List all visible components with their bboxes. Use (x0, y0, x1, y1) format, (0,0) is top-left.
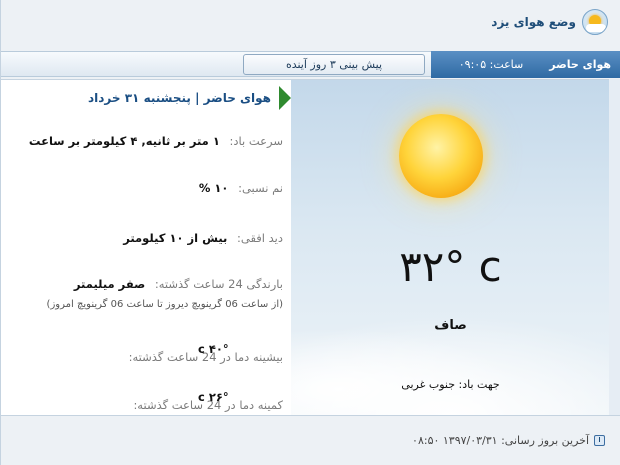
rain-row: بارندگی 24 ساعت گذشته: صفر میلیمتر (از س… (8, 277, 283, 310)
app-title: وضع هوای یزد (491, 15, 576, 29)
current-temperature: ۳۲° c (399, 242, 502, 291)
details-panel: هوای حاضر | پنجشنبه ۳۱ خرداد سرعت باد: ۱… (1, 80, 291, 416)
last-update: آخرین بروز رسانی: ۱۳۹۷/۰۳/۳۱ ۰۸:۵۰ (412, 434, 605, 447)
title-bar: وضع هوای یزد (491, 8, 608, 36)
last-update-text: آخرین بروز رسانی: ۱۳۹۷/۰۳/۳۱ ۰۸:۵۰ (412, 434, 589, 447)
tab-current-label: هوای حاضر (549, 58, 611, 71)
weather-condition: صاف (434, 318, 467, 333)
rain-value: صفر میلیمتر (73, 277, 146, 291)
visibility-value: بیش از ۱۰ کیلومتر (123, 231, 228, 245)
footer: آخرین بروز رسانی: ۱۳۹۷/۰۳/۳۱ ۰۸:۵۰ (1, 415, 620, 465)
max-temp-value: ۴۰° c (198, 342, 229, 356)
weather-widget: وضع هوای یزد هوای حاضر ساعت: ۰۹:۰۵ پیش ب… (0, 0, 620, 465)
time-display: ساعت: ۰۹:۰۵ (459, 58, 523, 71)
date-heading: هوای حاضر | پنجشنبه ۳۱ خرداد (1, 86, 291, 110)
clock-icon (594, 435, 605, 446)
visibility-row: دید افقی: بیش از ۱۰ کیلومتر (8, 231, 283, 245)
humidity-label: نم نسبی: (238, 181, 283, 195)
time-label: ساعت: (489, 58, 524, 71)
header: وضع هوای یزد (0, 0, 620, 46)
humidity-row: نم نسبی: ۱۰ % (8, 181, 283, 195)
rain-label: بارندگی 24 ساعت گذشته: (154, 277, 283, 291)
logo-cloud (586, 24, 606, 32)
humidity-value: ۱۰ % (198, 181, 229, 195)
forecast-button[interactable]: پیش بینی ۳ روز آینده (243, 54, 425, 75)
right-edge (609, 79, 620, 415)
date-heading-text: هوای حاضر | پنجشنبه ۳۱ خرداد (88, 91, 271, 105)
wind-speed-label: سرعت باد: (229, 134, 284, 148)
sun-cloud-icon (582, 9, 608, 35)
max-temp-row: بیشینه دما در 24 ساعت گذشته: ۴۰° c (8, 342, 283, 364)
weather-picture: ۳۲° c صاف جهت باد: جنوب غربی (291, 80, 610, 416)
visibility-label: دید افقی: (237, 231, 283, 245)
wind-direction: جهت باد: جنوب غربی (401, 378, 500, 391)
tab-current-weather[interactable]: هوای حاضر ساعت: ۰۹:۰۵ (431, 51, 620, 78)
sun-icon (399, 114, 483, 198)
min-temp-value: ۲۶° c (198, 390, 229, 404)
min-temp-row: کمینه دما در 24 ساعت گذشته: ۲۶° c (8, 390, 283, 412)
rain-note: (از ساعت 06 گرینویچ دیروز تا ساعت 06 گری… (46, 299, 283, 310)
time-value: ۰۹:۰۵ (458, 58, 487, 71)
tab-bar: هوای حاضر ساعت: ۰۹:۰۵ پیش بینی ۳ روز آین… (1, 51, 620, 78)
flag-arrow-icon (279, 86, 291, 110)
wind-speed-row: سرعت باد: ۱ متر بر ثانیه, ۴ کیلومتر بر س… (8, 134, 283, 148)
wind-speed-value: ۱ متر بر ثانیه, ۴ کیلومتر بر ساعت (28, 134, 220, 148)
main-panel: هوای حاضر | پنجشنبه ۳۱ خرداد سرعت باد: ۱… (1, 79, 610, 416)
